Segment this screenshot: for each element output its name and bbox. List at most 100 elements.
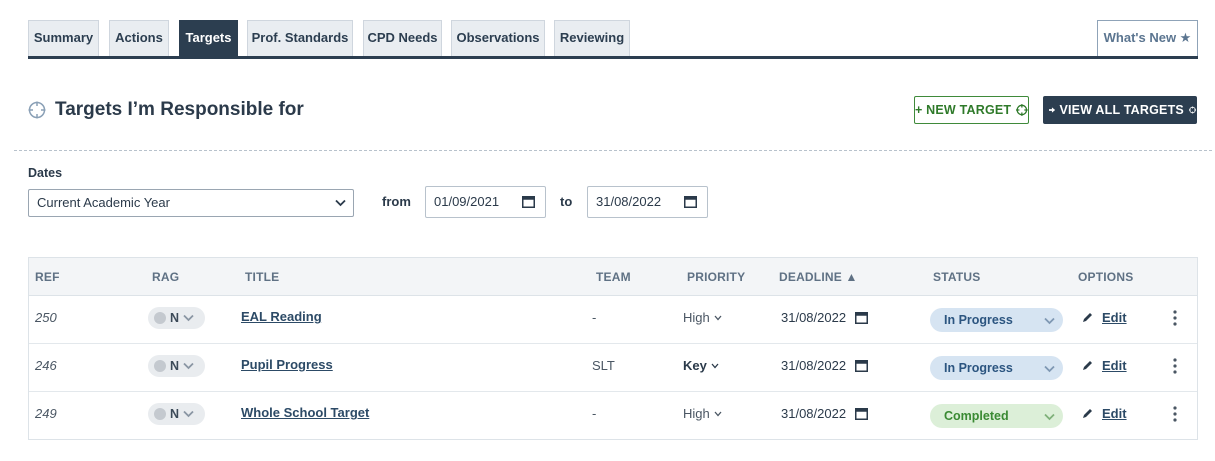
- chevron-down-icon: [335, 199, 346, 207]
- rag-dot: [154, 408, 166, 420]
- date-range-select[interactable]: Current Academic Year: [28, 189, 354, 217]
- team-cell: -: [592, 310, 597, 325]
- tab-observations[interactable]: Observations: [451, 20, 545, 56]
- deadline-value: 31/08/2022: [781, 310, 847, 325]
- crosshair-icon: [28, 101, 46, 119]
- header-priority[interactable]: PRIORITY: [687, 270, 745, 284]
- crosshair-icon: [1188, 106, 1196, 114]
- rag-value: N: [170, 407, 180, 421]
- view-all-targets-button[interactable]: VIEW ALL TARGETS: [1043, 96, 1197, 124]
- page-title: Targets I’m Responsible for: [55, 99, 304, 120]
- ref-cell: 246: [35, 358, 57, 373]
- arrow-right-icon: [1049, 107, 1056, 113]
- chevron-down-icon: [1044, 365, 1055, 373]
- header-ref[interactable]: REF: [35, 270, 60, 284]
- priority-dropdown[interactable]: High: [683, 406, 722, 421]
- ref-cell: 249: [35, 406, 57, 421]
- tab-targets[interactable]: Targets: [179, 20, 238, 56]
- edit-button[interactable]: Edit: [1082, 310, 1127, 325]
- deadline-cell: 31/08/2022: [781, 310, 869, 325]
- view-all-targets-label: VIEW ALL TARGETS: [1059, 103, 1184, 117]
- status-value: In Progress: [944, 361, 1013, 375]
- chevron-down-icon: [183, 362, 194, 370]
- page-heading: Targets I’m Responsible for: [28, 97, 304, 123]
- whats-new-button[interactable]: What's New ★: [1097, 20, 1198, 56]
- from-date-value: 01/09/2021: [434, 194, 500, 209]
- calendar-icon[interactable]: [522, 195, 535, 208]
- rag-selector[interactable]: N: [148, 403, 205, 425]
- table-header: REF RAG TITLE TEAM PRIORITY DEADLINE ▲ S…: [29, 258, 1197, 296]
- deadline-cell: 31/08/2022: [781, 406, 869, 421]
- edit-button[interactable]: Edit: [1082, 358, 1127, 373]
- calendar-icon[interactable]: [855, 311, 869, 324]
- priority-dropdown[interactable]: Key: [683, 358, 719, 373]
- status-dropdown[interactable]: In Progress: [930, 308, 1063, 332]
- tab-cpd-needs[interactable]: CPD Needs: [363, 20, 442, 56]
- deadline-value: 31/08/2022: [781, 358, 847, 373]
- rag-selector[interactable]: N: [148, 355, 205, 377]
- chevron-down-icon: [714, 411, 722, 416]
- pencil-icon: [1083, 361, 1092, 370]
- crosshair-icon: [1016, 104, 1028, 116]
- date-range-value: Current Academic Year: [37, 195, 170, 210]
- status-dropdown[interactable]: In Progress: [930, 356, 1063, 380]
- chevron-down-icon: [714, 315, 722, 320]
- tab-prof-standards[interactable]: Prof. Standards: [247, 20, 353, 56]
- chevron-down-icon: [1044, 317, 1055, 325]
- status-dropdown[interactable]: Completed: [930, 404, 1063, 428]
- calendar-icon[interactable]: [684, 195, 697, 208]
- calendar-icon[interactable]: [855, 407, 869, 420]
- rag-dot: [154, 360, 166, 372]
- tab-actions[interactable]: Actions: [109, 20, 169, 56]
- chevron-down-icon: [183, 410, 194, 418]
- edit-label: Edit: [1102, 406, 1127, 421]
- edit-label: Edit: [1102, 310, 1127, 325]
- more-options-icon[interactable]: [1169, 356, 1181, 376]
- table-row: 250 N EAL Reading - High 31/08/2022 In P…: [29, 296, 1197, 344]
- status-value: In Progress: [944, 313, 1013, 327]
- tab-reviewing[interactable]: Reviewing: [554, 20, 630, 56]
- priority-dropdown[interactable]: High: [683, 310, 722, 325]
- dates-label: Dates: [28, 166, 63, 180]
- rag-dot: [154, 312, 166, 324]
- from-date-input[interactable]: 01/09/2021: [425, 186, 546, 218]
- table-row: 246 N Pupil Progress SLT Key 31/08/2022 …: [29, 344, 1197, 392]
- targets-table: REF RAG TITLE TEAM PRIORITY DEADLINE ▲ S…: [28, 257, 1198, 440]
- section-divider: [14, 150, 1212, 151]
- to-date-value: 31/08/2022: [596, 194, 662, 209]
- rag-value: N: [170, 359, 180, 373]
- to-label: to: [560, 194, 573, 209]
- pencil-icon: [1083, 409, 1092, 418]
- target-title-link[interactable]: EAL Reading: [241, 309, 322, 324]
- ref-cell: 250: [35, 310, 57, 325]
- to-date-input[interactable]: 31/08/2022: [587, 186, 708, 218]
- tab-summary[interactable]: Summary: [28, 20, 99, 56]
- target-title-link[interactable]: Pupil Progress: [241, 357, 333, 372]
- header-options: OPTIONS: [1078, 270, 1134, 284]
- priority-value: Key: [683, 358, 707, 373]
- status-value: Completed: [944, 409, 1009, 423]
- priority-value: High: [683, 310, 710, 325]
- rag-selector[interactable]: N: [148, 307, 205, 329]
- chevron-down-icon: [183, 314, 194, 322]
- header-rag[interactable]: RAG: [152, 270, 179, 284]
- calendar-icon[interactable]: [855, 359, 869, 372]
- chevron-down-icon: [1044, 413, 1055, 421]
- team-cell: SLT: [592, 358, 615, 373]
- more-options-icon[interactable]: [1169, 308, 1181, 328]
- tab-bar: Summary Actions Targets Prof. Standards …: [28, 20, 1198, 59]
- edit-button[interactable]: Edit: [1082, 406, 1127, 421]
- header-team[interactable]: TEAM: [596, 270, 631, 284]
- target-title-link[interactable]: Whole School Target: [241, 405, 369, 420]
- from-label: from: [382, 194, 411, 209]
- header-status[interactable]: STATUS: [933, 270, 980, 284]
- header-deadline[interactable]: DEADLINE ▲: [779, 270, 858, 284]
- rag-value: N: [170, 311, 180, 325]
- header-title[interactable]: TITLE: [245, 270, 279, 284]
- new-target-button[interactable]: + NEW TARGET: [914, 96, 1029, 124]
- edit-label: Edit: [1102, 358, 1127, 373]
- pencil-icon: [1083, 313, 1092, 322]
- more-options-icon[interactable]: [1169, 404, 1181, 424]
- new-target-label: + NEW TARGET: [915, 103, 1012, 117]
- table-row: 249 N Whole School Target - High 31/08/2…: [29, 392, 1197, 440]
